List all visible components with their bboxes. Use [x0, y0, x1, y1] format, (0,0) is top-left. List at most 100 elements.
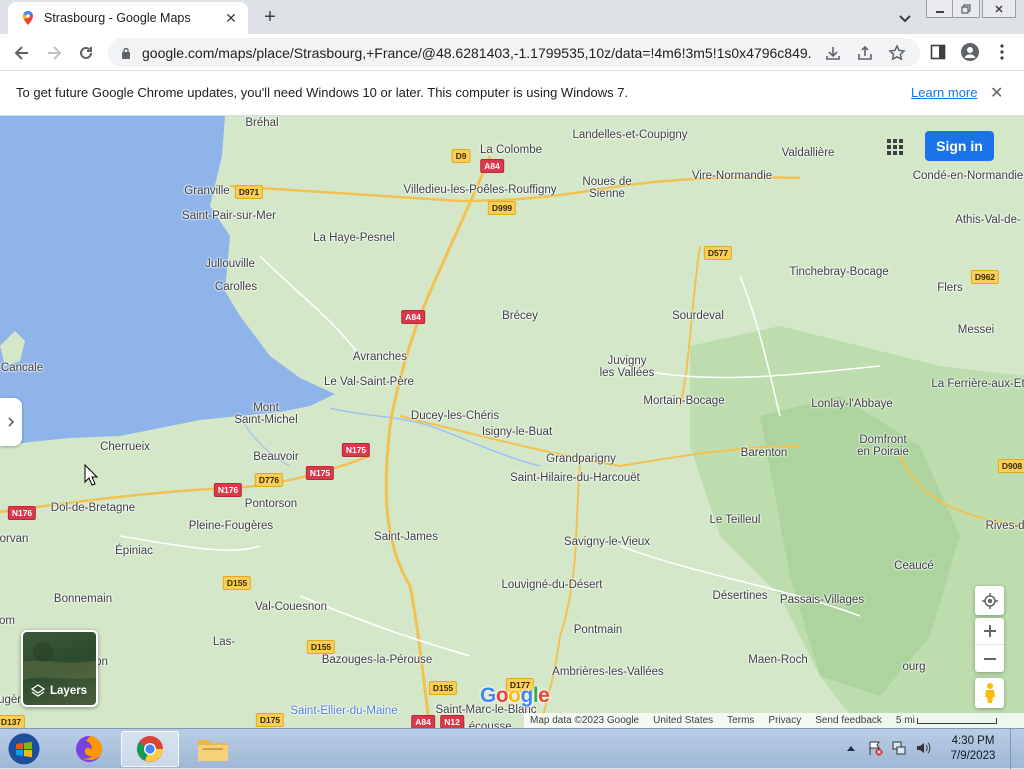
minimize-button[interactable] — [926, 0, 954, 18]
map-place-label[interactable]: Carolles — [215, 281, 257, 293]
map-place-label[interactable]: Le Val-Saint-Père — [324, 376, 414, 388]
url-text[interactable]: google.com/maps/place/Strasbourg,+France… — [142, 45, 812, 61]
map-place-label[interactable]: Bréhal — [245, 117, 278, 129]
map-place-label[interactable]: Saint-James — [374, 531, 438, 543]
map-place-label[interactable]: Bazouges-la-Pérouse — [322, 654, 433, 666]
collapse-side-panel-button[interactable] — [0, 398, 22, 446]
map-place-label[interactable]: Passais-Villages — [780, 594, 864, 606]
map-place-label[interactable]: Lécousse — [462, 721, 511, 728]
map-place-label[interactable]: Jullouville — [205, 258, 255, 270]
map-place-label[interactable]: Athis-Val-de- — [955, 214, 1021, 226]
map-place-label[interactable]: Barenton — [741, 447, 788, 459]
map-place-label[interactable]: om — [0, 615, 15, 627]
sign-in-button[interactable]: Sign in — [925, 131, 994, 161]
show-desktop-button[interactable] — [1010, 729, 1024, 769]
map-place-label[interactable]: Savigny-le-Vieux — [564, 536, 650, 548]
country-link[interactable]: United States — [653, 715, 713, 726]
map-place-label[interactable]: Domfront en Poiraie — [857, 434, 909, 458]
map-place-label[interactable]: Lonlay-l'Abbaye — [811, 398, 892, 410]
map-place-label[interactable]: La Ferrière-aux-Et — [931, 378, 1024, 390]
map-place-label[interactable]: Avranches — [353, 351, 407, 363]
tray-volume[interactable] — [914, 739, 932, 757]
install-app-icon[interactable] — [824, 44, 842, 62]
infobar-close-icon[interactable]: ✕ — [990, 83, 1003, 103]
map-place-label[interactable]: Ceaucé — [894, 560, 934, 572]
map-place-label[interactable]: Las- — [213, 636, 235, 648]
map-place-label[interactable]: Vire-Normandie — [692, 170, 772, 182]
map-place-label[interactable]: Cherrueix — [100, 441, 150, 453]
map-place-label[interactable]: Ducey-les-Chéris — [411, 410, 499, 422]
street-view-pegman-button[interactable] — [975, 678, 1004, 708]
send-feedback-link[interactable]: Send feedback — [815, 715, 882, 726]
tab-google-maps[interactable]: Strasbourg - Google Maps ✕ — [8, 2, 248, 34]
tray-network[interactable] — [890, 739, 908, 757]
scale-label[interactable]: 5 mi — [896, 715, 915, 726]
reload-button[interactable] — [74, 41, 98, 65]
map-place-label[interactable]: Villedieu-les-Poêles-Rouffigny — [404, 184, 557, 196]
my-location-button[interactable] — [975, 586, 1004, 615]
map-place-label[interactable]: Beauvoir — [253, 451, 298, 463]
map-place-label[interactable]: Mortain-Bocage — [643, 395, 724, 407]
map-place-label[interactable]: Louvigné-du-Désert — [501, 579, 602, 591]
map-place-label[interactable]: Saint-Ellier-du-Maine — [290, 705, 397, 717]
map-place-label[interactable]: Ambrières-les-Vallées — [552, 666, 664, 678]
new-tab-button[interactable]: + — [258, 5, 282, 29]
learn-more-link[interactable]: Learn more — [911, 85, 977, 100]
map-place-label[interactable]: Saint-Pair-sur-Mer — [182, 210, 276, 222]
map-place-label[interactable]: Landelles-et-Coupigny — [572, 129, 687, 141]
map-place-label[interactable]: ourg — [902, 661, 925, 673]
bookmark-star-icon[interactable] — [888, 44, 906, 62]
map-place-label[interactable]: Épiniac — [115, 545, 153, 557]
map-place-label[interactable]: Cancale — [1, 362, 43, 374]
map-place-label[interactable]: Grandparigny — [546, 453, 616, 465]
taskbar-chrome[interactable] — [121, 731, 179, 767]
zoom-out-button[interactable] — [975, 645, 1004, 672]
map-place-label[interactable]: Bonnemain — [54, 593, 112, 605]
restore-button[interactable] — [952, 0, 980, 18]
map-place-label[interactable]: Le Teilleul — [710, 514, 761, 526]
map-place-label[interactable]: Tinchebray-Bocage — [789, 266, 888, 278]
map-place-label[interactable]: Brécey — [502, 310, 538, 322]
taskbar-file-explorer[interactable] — [184, 731, 242, 767]
zoom-in-button[interactable] — [975, 618, 1004, 645]
map-place-label[interactable]: Pleine-Fougères — [189, 520, 273, 532]
close-window-button[interactable] — [982, 0, 1016, 18]
map-place-label[interactable]: La Haye-Pesnel — [313, 232, 395, 244]
map-place-label[interactable]: Messei — [958, 324, 994, 336]
layers-button[interactable]: Layers — [21, 630, 98, 707]
map-place-label[interactable]: Désertines — [713, 590, 768, 602]
map-place-label[interactable]: Pontmain — [574, 624, 623, 636]
start-button[interactable] — [4, 731, 44, 767]
map-place-label[interactable]: Dol-de-Bretagne — [51, 502, 135, 514]
map-place-label[interactable]: orvan — [0, 533, 28, 545]
map-place-label[interactable]: Pontorson — [245, 498, 297, 510]
map-place-label[interactable]: Mont Saint-Michel — [234, 402, 297, 426]
map-place-label[interactable]: La Colombe — [480, 144, 542, 156]
map-place-label[interactable]: Saint-Hilaire-du-Harcouët — [510, 472, 640, 484]
chrome-menu-button[interactable] — [992, 42, 1012, 62]
taskbar-clock[interactable]: 4:30 PM 7/9/2023 — [946, 734, 1000, 764]
map-place-label[interactable]: Noues de Sienne — [582, 176, 631, 200]
forward-button[interactable] — [42, 41, 66, 65]
tab-search-chevron-icon[interactable] — [895, 8, 915, 28]
privacy-link[interactable]: Privacy — [768, 715, 801, 726]
share-icon[interactable] — [856, 44, 874, 62]
map-place-label[interactable]: Isigny-le-Buat — [482, 426, 552, 438]
map-canvas[interactable]: Bréhal Landelles-et-Coupigny La Colombe Val… — [0, 116, 1024, 728]
map-place-label[interactable]: Condé-en-Normandie — [913, 170, 1024, 182]
lock-icon[interactable] — [120, 47, 132, 59]
show-hidden-icons-button[interactable] — [842, 739, 860, 757]
map-place-label[interactable]: Juvigny les Vallées — [600, 355, 655, 379]
map-place-label[interactable]: Sourdeval — [672, 310, 724, 322]
map-place-label[interactable]: Flers — [937, 282, 963, 294]
map-place-label[interactable]: Maen-Roch — [748, 654, 807, 666]
terms-link[interactable]: Terms — [727, 715, 754, 726]
map-place-label[interactable]: Granville — [184, 185, 229, 197]
google-apps-button[interactable] — [884, 136, 906, 158]
profile-button[interactable] — [960, 42, 980, 62]
address-bar[interactable]: google.com/maps/place/Strasbourg,+France… — [108, 38, 920, 67]
map-place-label[interactable]: Valdallière — [782, 147, 835, 159]
tab-close-icon[interactable]: ✕ — [222, 10, 240, 27]
map-place-label[interactable]: Val-Couesnon — [255, 601, 327, 613]
back-button[interactable] — [10, 41, 34, 65]
